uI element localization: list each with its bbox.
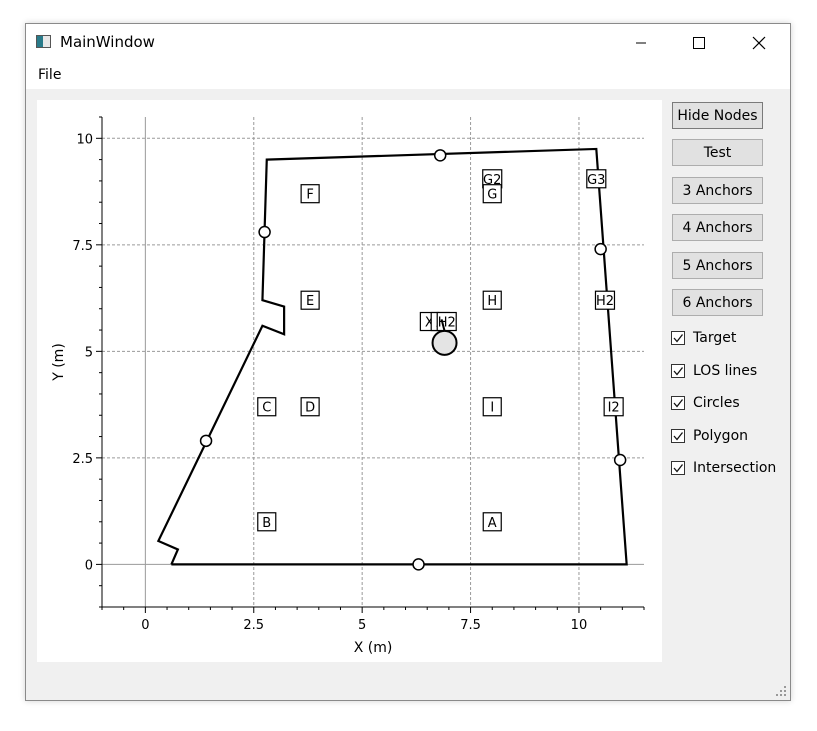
circles-checkbox[interactable]: Circles [671, 393, 740, 413]
node-label: G3 [587, 173, 605, 188]
node-label: C [262, 401, 271, 416]
los-lines-label: LOS lines [693, 363, 758, 379]
x-tick-label: 7.5 [460, 618, 481, 633]
4-anchors-button[interactable]: 4 Anchors [672, 214, 763, 241]
node-c: C [257, 397, 277, 417]
close-button[interactable] [736, 24, 782, 61]
position-chart: 0 2.5 5 7.5 1002.557.510X (m)Y (m)FEC DBG2GG3… [51, 116, 645, 656]
node-label: G [487, 188, 497, 203]
y-tick-label: 7.5 [72, 239, 93, 254]
node-i: I [482, 397, 502, 417]
hide-nodes-button[interactable]: Hide Nodes [672, 102, 763, 129]
x-tick-label: 10 [571, 618, 588, 633]
y-tick-label: 0 [85, 558, 93, 573]
node-label: D [305, 401, 315, 416]
anchor-point [412, 558, 425, 571]
node-label: I [490, 401, 494, 416]
node-f: F [300, 184, 320, 204]
anchor-point [258, 225, 271, 239]
node-label: F [306, 188, 313, 203]
node-h: H [482, 290, 502, 310]
anchor-point [433, 149, 447, 162]
x-tick-label: 0 [141, 618, 149, 633]
anchor-point [613, 453, 627, 467]
node-h2: H2 [436, 311, 457, 332]
node-label: E [306, 294, 314, 309]
y-tick-label: 5 [85, 345, 93, 360]
minimize-icon [636, 42, 646, 43]
plot-area[interactable]: 0 2.5 5 7.5 10 0 2.5 5 7.5 10 X (m) Y (m) F E C D B G2 G G3… [37, 100, 662, 662]
intersection-checkbox[interactable]: Intersection [671, 458, 776, 478]
window-title: MainWindow [60, 33, 155, 51]
node-a: A [482, 512, 502, 532]
6-anchors-button[interactable]: 6 Anchors [672, 289, 763, 316]
node-g3: G3 [586, 169, 607, 189]
maximize-button[interactable] [676, 24, 722, 61]
node-h2: H2 [594, 290, 616, 310]
resize-grip-icon[interactable] [776, 686, 787, 697]
node-d: D [300, 397, 320, 417]
polygon-label: Polygon [693, 428, 749, 444]
checkbox-checked-icon [671, 429, 685, 443]
checkbox-checked-icon [671, 396, 685, 410]
title-bar[interactable]: MainWindow [26, 24, 790, 61]
node-i2: I2 [603, 397, 624, 417]
room-polygon [156, 147, 628, 566]
checkbox-checked-icon [671, 461, 685, 475]
test-button[interactable]: Test [672, 139, 763, 166]
x-axis-label: X (m) [354, 640, 393, 656]
node-label: I2 [608, 401, 620, 416]
anchor-point [199, 434, 213, 448]
app-window-icon [36, 35, 51, 48]
los-lines-checkbox[interactable]: LOS lines [671, 361, 757, 381]
circles-label: Circles [693, 395, 740, 411]
close-icon [752, 36, 766, 49]
x-tick-label: 2.5 [243, 618, 264, 633]
node-label: H [487, 294, 497, 309]
3-anchors-button[interactable]: 3 Anchors [672, 177, 763, 204]
5-anchors-button[interactable]: 5 Anchors [672, 252, 763, 279]
polygon-checkbox[interactable]: Polygon [671, 426, 748, 446]
target-label: Target [693, 330, 737, 346]
menu-bar: File [26, 61, 790, 89]
maximize-icon [693, 36, 705, 49]
node-e: E [300, 290, 320, 310]
anchor-point [594, 242, 607, 256]
target-checkbox[interactable]: Target [671, 328, 736, 348]
y-tick-label: 2.5 [72, 452, 93, 467]
minimize-button[interactable] [618, 24, 664, 61]
x-tick-label: 5 [358, 618, 366, 633]
target-marker [431, 329, 458, 356]
node-label: H2 [596, 294, 614, 309]
y-axis-label: Y (m) [51, 343, 67, 382]
menu-file[interactable]: File [37, 67, 62, 83]
node-g: G [482, 184, 502, 204]
y-tick-label: 10 [76, 132, 93, 147]
node-b: B [257, 512, 277, 532]
node-label: A [488, 516, 497, 531]
main-window: MainWindow File 0 2.5 5 7.5 10 0 2.5 5 7.5 10 X (m… [25, 23, 791, 701]
node-label: B [262, 516, 271, 531]
checkbox-checked-icon [671, 331, 685, 345]
intersection-label: Intersection [693, 460, 777, 476]
checkbox-checked-icon [671, 364, 685, 378]
node-label: H2 [438, 316, 456, 331]
